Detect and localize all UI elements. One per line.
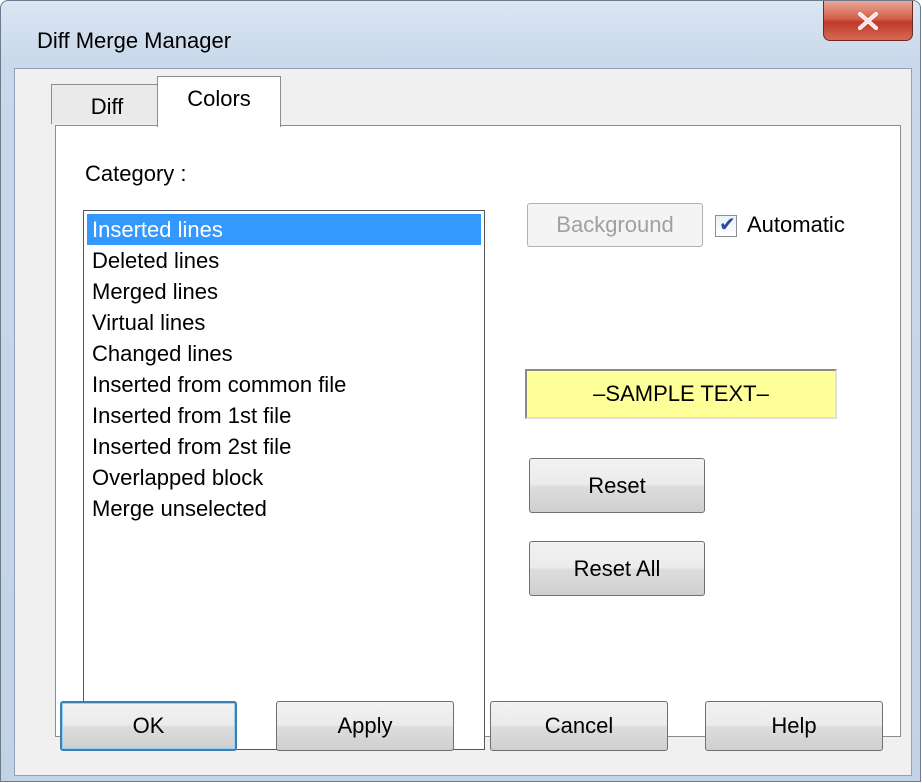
category-label: Category : bbox=[85, 161, 187, 186]
sample-text-preview: –SAMPLE TEXT– bbox=[525, 369, 837, 419]
close-button[interactable] bbox=[823, 1, 913, 41]
dialog-window: Diff Merge Manager Diff Colors Category … bbox=[0, 0, 921, 782]
window-title: Diff Merge Manager bbox=[37, 28, 232, 53]
tab-diff-label: Diff bbox=[90, 94, 124, 119]
list-item[interactable]: Deleted lines bbox=[87, 245, 481, 276]
reset-button-label: Reset bbox=[588, 472, 646, 498]
reset-all-button-label: Reset All bbox=[573, 555, 661, 581]
reset-button[interactable]: Reset bbox=[529, 458, 705, 513]
list-item[interactable]: Inserted from common file bbox=[87, 369, 481, 400]
automatic-label[interactable]: Automatic bbox=[747, 212, 845, 238]
automatic-checkbox[interactable]: ✔ bbox=[715, 214, 737, 237]
cancel-button-label: Cancel bbox=[544, 713, 614, 738]
ok-button[interactable]: OK bbox=[60, 701, 237, 751]
title-bar[interactable]: Diff Merge Manager bbox=[1, 1, 920, 69]
list-item[interactable]: Changed lines bbox=[87, 338, 481, 369]
sample-text: –SAMPLE TEXT– bbox=[593, 381, 769, 406]
help-button[interactable]: Help bbox=[705, 701, 883, 751]
list-item[interactable]: Inserted lines bbox=[87, 214, 481, 245]
list-item[interactable]: Merge unselected bbox=[87, 493, 481, 524]
background-button[interactable]: Background bbox=[527, 203, 703, 247]
help-button-label: Help bbox=[771, 713, 817, 738]
tab-colors[interactable]: Colors bbox=[157, 76, 281, 127]
list-item[interactable]: Overlapped block bbox=[87, 462, 481, 493]
apply-button-label: Apply bbox=[337, 713, 393, 738]
tab-diff[interactable]: Diff bbox=[51, 84, 163, 124]
apply-button[interactable]: Apply bbox=[276, 701, 454, 751]
close-icon bbox=[858, 11, 878, 30]
ok-button-label: OK bbox=[132, 713, 165, 738]
background-button-label: Background bbox=[556, 212, 674, 237]
reset-all-button[interactable]: Reset All bbox=[529, 541, 705, 596]
checkmark-icon: ✔ bbox=[719, 214, 736, 236]
list-item[interactable]: Inserted from 1st file bbox=[87, 400, 481, 431]
list-item[interactable]: Virtual lines bbox=[87, 307, 481, 338]
list-item[interactable]: Inserted from 2st file bbox=[87, 431, 481, 462]
tab-colors-label: Colors bbox=[187, 86, 251, 111]
dialog-client-area: Diff Colors Category : Inserted lines De… bbox=[14, 68, 912, 776]
category-listbox[interactable]: Inserted lines Deleted lines Merged line… bbox=[83, 210, 485, 750]
list-item[interactable]: Merged lines bbox=[87, 276, 481, 307]
cancel-button[interactable]: Cancel bbox=[490, 701, 668, 751]
